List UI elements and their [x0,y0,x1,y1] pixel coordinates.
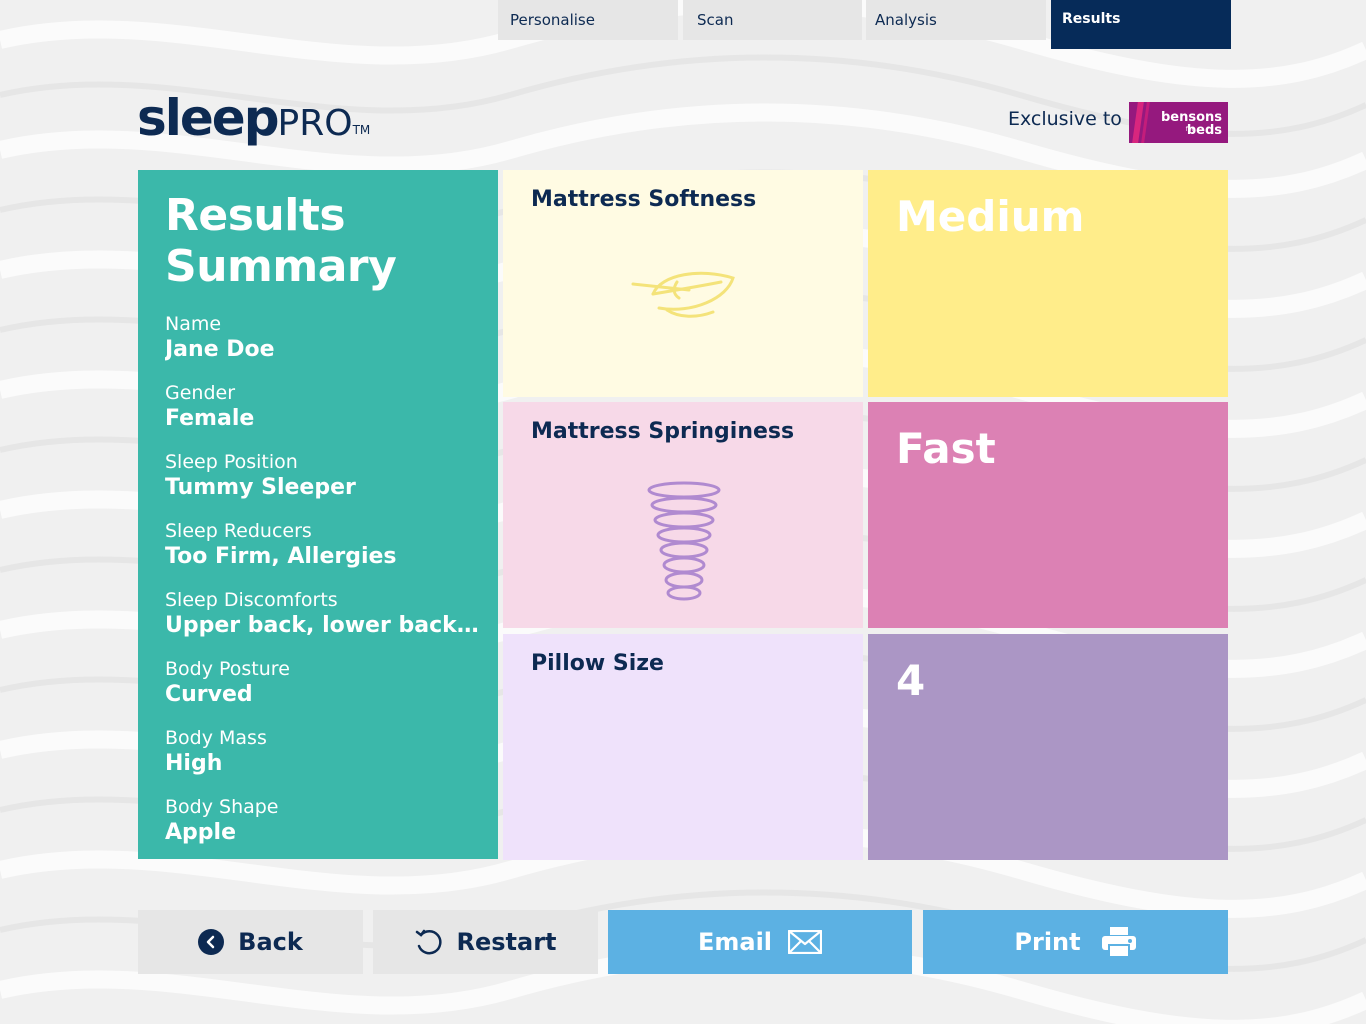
pillow-size-label-cell: Pillow Size [503,634,863,860]
result-value: Fast [896,424,996,473]
result-label: Mattress Softness [531,187,757,212]
mattress-softness-label-cell: Mattress Softness [503,170,863,397]
field-value: Too Firm, Allergies [165,544,397,569]
back-button[interactable]: Back [138,910,363,974]
logo-sleep-text: sleep [137,89,280,147]
tab-label: Results [1062,11,1121,27]
back-arrow-icon [198,929,225,955]
summary-field-body-mass: Body Mass High [165,726,498,795]
logo-trademark: TM [352,123,371,137]
result-value: Medium [896,192,1085,241]
field-label: Body Posture [165,658,290,680]
logo-pro-text: PRO [277,103,353,144]
email-button[interactable]: Email [608,910,912,974]
summary-title-line1: Results [165,190,346,241]
field-label: Name [165,313,222,335]
printer-icon [1101,927,1136,958]
summary-field-body-posture: Body Posture Curved [165,657,498,726]
print-button[interactable]: Print [923,910,1228,974]
summary-title-line2: Summary [165,241,397,292]
field-value: Upper back, lower back, l... [165,613,483,638]
spring-icon [646,480,722,606]
summary-field-sleep-reducers: Sleep Reducers Too Firm, Allergies [165,519,498,588]
brand-line2: beds [1186,123,1222,138]
field-value: Female [165,406,255,431]
field-label: Sleep Position [165,451,298,473]
mattress-springiness-value-cell: Fast [868,402,1228,628]
summary-field-sleep-discomforts: Sleep Discomforts Upper back, lower back… [165,588,498,657]
field-value: Curved [165,682,253,707]
result-label: Pillow Size [531,651,664,676]
summary-field-name: Name Jane Doe [165,312,498,381]
field-label: Sleep Reducers [165,520,312,542]
bensons-logo: bensons for beds [1129,102,1228,143]
summary-title: Results Summary [165,190,498,292]
field-label: Body Mass [165,727,267,749]
field-label: Sleep Discomforts [165,589,338,611]
pillow-size-value-cell: 4 [868,634,1228,860]
tab-label: Scan [697,11,734,29]
restart-button[interactable]: Restart [373,910,598,974]
field-label: Gender [165,382,236,404]
results-summary-panel: Results Summary Name Jane Doe Gender Fem… [138,170,498,859]
back-button-label: Back [238,928,303,956]
mattress-softness-value-cell: Medium [868,170,1228,397]
summary-field-body-shape: Body Shape Apple [165,795,498,864]
tab-scan[interactable]: Scan [683,0,862,40]
tab-label: Analysis [875,11,937,29]
exclusive-label: Exclusive to [1008,108,1122,130]
feather-icon [631,268,737,326]
field-label: Body Shape [165,796,279,818]
step-tabs: Personalise Scan Analysis Results [0,0,1366,50]
summary-field-gender: Gender Female [165,381,498,450]
field-value: Jane Doe [165,337,275,362]
field-value: Tummy Sleeper [165,475,356,500]
tab-personalise[interactable]: Personalise [498,0,678,40]
sleeppro-logo: sleepPROTM [137,88,370,154]
field-value: Apple [165,820,236,845]
result-value: 4 [896,656,926,705]
tab-results[interactable]: Results [1051,0,1231,49]
result-label: Mattress Springiness [531,419,795,444]
tab-label: Personalise [510,11,595,29]
print-button-label: Print [1014,928,1081,956]
tab-analysis[interactable]: Analysis [866,0,1046,40]
restart-button-label: Restart [456,928,557,956]
restart-icon [416,929,443,955]
summary-field-sleep-position: Sleep Position Tummy Sleeper [165,450,498,519]
email-button-label: Email [697,928,773,956]
envelope-icon [788,930,823,954]
mattress-springiness-label-cell: Mattress Springiness [503,402,863,628]
field-value: High [165,751,223,776]
